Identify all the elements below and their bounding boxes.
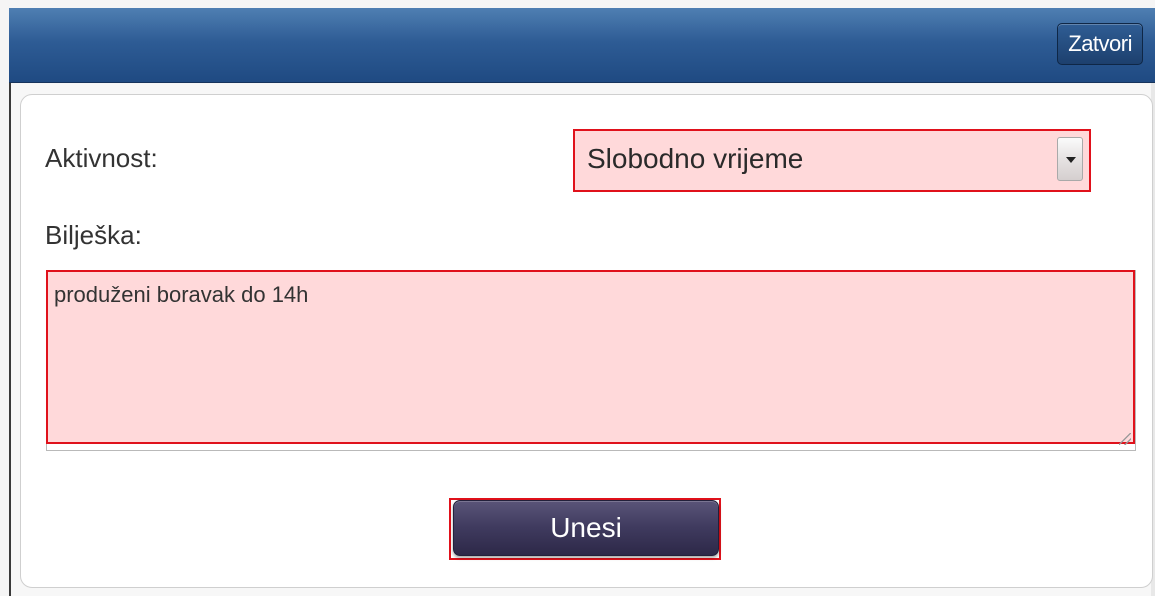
resize-handle-icon[interactable]: [1119, 433, 1131, 445]
note-label: Bilješka:: [45, 220, 142, 250]
chevron-down-icon[interactable]: [1057, 137, 1083, 181]
entry-dialog: Zatvori Aktivnost: Slobodno vrijeme Bilj…: [0, 0, 1155, 596]
close-button[interactable]: Zatvori: [1057, 23, 1143, 65]
submit-button[interactable]: Unesi: [453, 500, 719, 556]
activity-label: Aktivnost:: [45, 143, 158, 173]
dialog-titlebar: Zatvori: [9, 8, 1155, 83]
note-textarea[interactable]: produženi boravak do 14h: [46, 270, 1135, 444]
activity-select[interactable]: Slobodno vrijeme: [573, 129, 1091, 192]
window-frame-left: [9, 8, 11, 596]
activity-selected-value: Slobodno vrijeme: [587, 143, 804, 174]
